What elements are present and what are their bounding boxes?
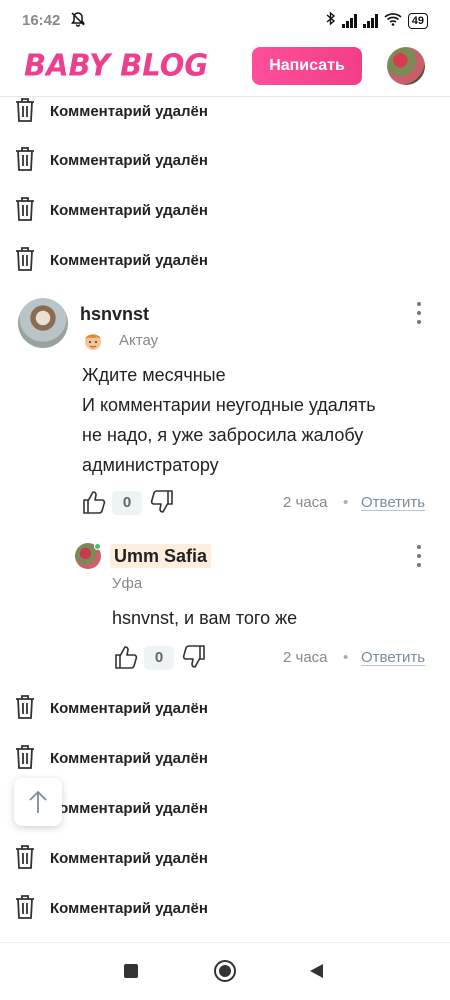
trash-icon — [16, 98, 34, 122]
comment-time: 2 часа — [283, 649, 328, 666]
trash-icon — [16, 197, 34, 221]
signal-icon — [341, 13, 357, 28]
status-bar: 16:42 49 — [0, 0, 450, 40]
trash-icon — [16, 147, 34, 171]
thumbs-up-icon[interactable] — [82, 489, 106, 515]
comment-text-line: И комментарии неугодные удалять — [82, 395, 376, 415]
write-button[interactable]: Написать — [252, 47, 362, 85]
user-badge-icon — [82, 330, 104, 352]
babyblog-logo[interactable]: BABY BLOG — [24, 47, 208, 83]
likes-count: 0 — [144, 646, 174, 670]
deleted-label: Комментарий удалён — [50, 201, 208, 219]
comment-text: Ждите месячные И комментарии неугодные у… — [82, 360, 432, 480]
separator: • — [343, 494, 349, 511]
reply-comment: Umm Safia Уфа hsnvnst, и вам того же 0 2… — [0, 540, 450, 675]
thumbs-up-icon[interactable] — [114, 644, 138, 670]
deleted-label: Комментарий удалён — [50, 749, 208, 767]
online-indicator — [94, 543, 101, 550]
home-dot-icon — [219, 965, 231, 977]
likes-count: 0 — [112, 491, 142, 515]
deleted-label: Комментарий удалён — [50, 102, 208, 120]
thumbs-down-icon[interactable] — [182, 644, 206, 670]
more-vertical-icon[interactable] — [414, 545, 424, 567]
deleted-comment: Комментарий удалён — [0, 240, 450, 280]
system-nav-bar — [0, 942, 450, 1000]
battery-icon: 49 — [407, 12, 428, 29]
back-triangle-icon[interactable] — [308, 963, 324, 984]
deleted-comment: Комментарий удалён — [0, 140, 450, 180]
deleted-comment: Комментарий удалён — [0, 688, 450, 728]
arrow-up-icon — [29, 790, 47, 813]
trash-icon — [16, 845, 34, 869]
bluetooth-icon — [326, 11, 336, 30]
clock: 16:42 — [22, 12, 61, 29]
comment-time: 2 часа — [283, 494, 328, 511]
deleted-label: Комментарий удалён — [50, 699, 208, 717]
author-name[interactable]: Umm Safia — [110, 544, 212, 568]
deleted-label: Комментарий удалён — [50, 151, 208, 169]
reply-link[interactable]: Ответить — [361, 494, 425, 511]
trash-icon — [16, 895, 34, 919]
comment-actions: 0 2 часа • Ответить — [114, 644, 434, 674]
author-name-text[interactable]: Umm Safia — [110, 544, 212, 568]
scroll-top-button[interactable] — [14, 778, 62, 826]
comment-text-body: , и вам того же — [174, 608, 298, 628]
more-vertical-icon[interactable] — [414, 302, 424, 324]
comment-text: hsnvnst, и вам того же — [112, 603, 432, 633]
author-city: Уфа — [112, 575, 143, 592]
thumbs-down-icon[interactable] — [150, 489, 174, 515]
recents-square-icon[interactable] — [124, 964, 138, 978]
deleted-comment: Комментарий удалён — [0, 788, 450, 828]
deleted-label: Комментарий удалён — [50, 849, 208, 867]
deleted-label: Комментарий удалён — [50, 799, 208, 817]
separator: • — [343, 649, 349, 666]
deleted-comment: Комментарий удалён — [0, 838, 450, 878]
deleted-comment: Комментарий удалён — [0, 190, 450, 230]
signal-icon-2 — [362, 13, 378, 28]
mute-bell-icon — [70, 11, 86, 31]
author-avatar[interactable] — [18, 298, 68, 348]
deleted-label: Комментарий удалён — [50, 899, 208, 917]
comment: hsnvnst Актау Ждите месячные И комментар… — [0, 296, 450, 526]
wifi-icon — [384, 12, 402, 30]
deleted-comment: Комментарий удалён — [0, 888, 450, 928]
deleted-comment: Комментарий удалён — [0, 738, 450, 778]
reply-link[interactable]: Ответить — [361, 649, 425, 666]
author-name[interactable]: hsnvnst — [80, 304, 149, 325]
trash-icon — [16, 695, 34, 719]
mention-link[interactable]: hsnvnst — [112, 608, 174, 628]
comment-text-line: Ждите месячные — [82, 365, 226, 385]
app-header: BABY BLOG Написать — [0, 40, 450, 97]
trash-icon — [16, 247, 34, 271]
comment-text-line: не надо, я уже забросила жалобу — [82, 425, 364, 445]
home-circle-icon[interactable] — [214, 960, 236, 982]
author-city: Актау — [119, 332, 159, 349]
user-avatar[interactable] — [387, 47, 425, 85]
deleted-label: Комментарий удалён — [50, 251, 208, 269]
comment-actions: 0 2 часа • Ответить — [82, 489, 434, 519]
comment-text-line: администратору — [82, 455, 219, 475]
deleted-comment: Комментарий удалён — [0, 91, 450, 131]
trash-icon — [16, 745, 34, 769]
